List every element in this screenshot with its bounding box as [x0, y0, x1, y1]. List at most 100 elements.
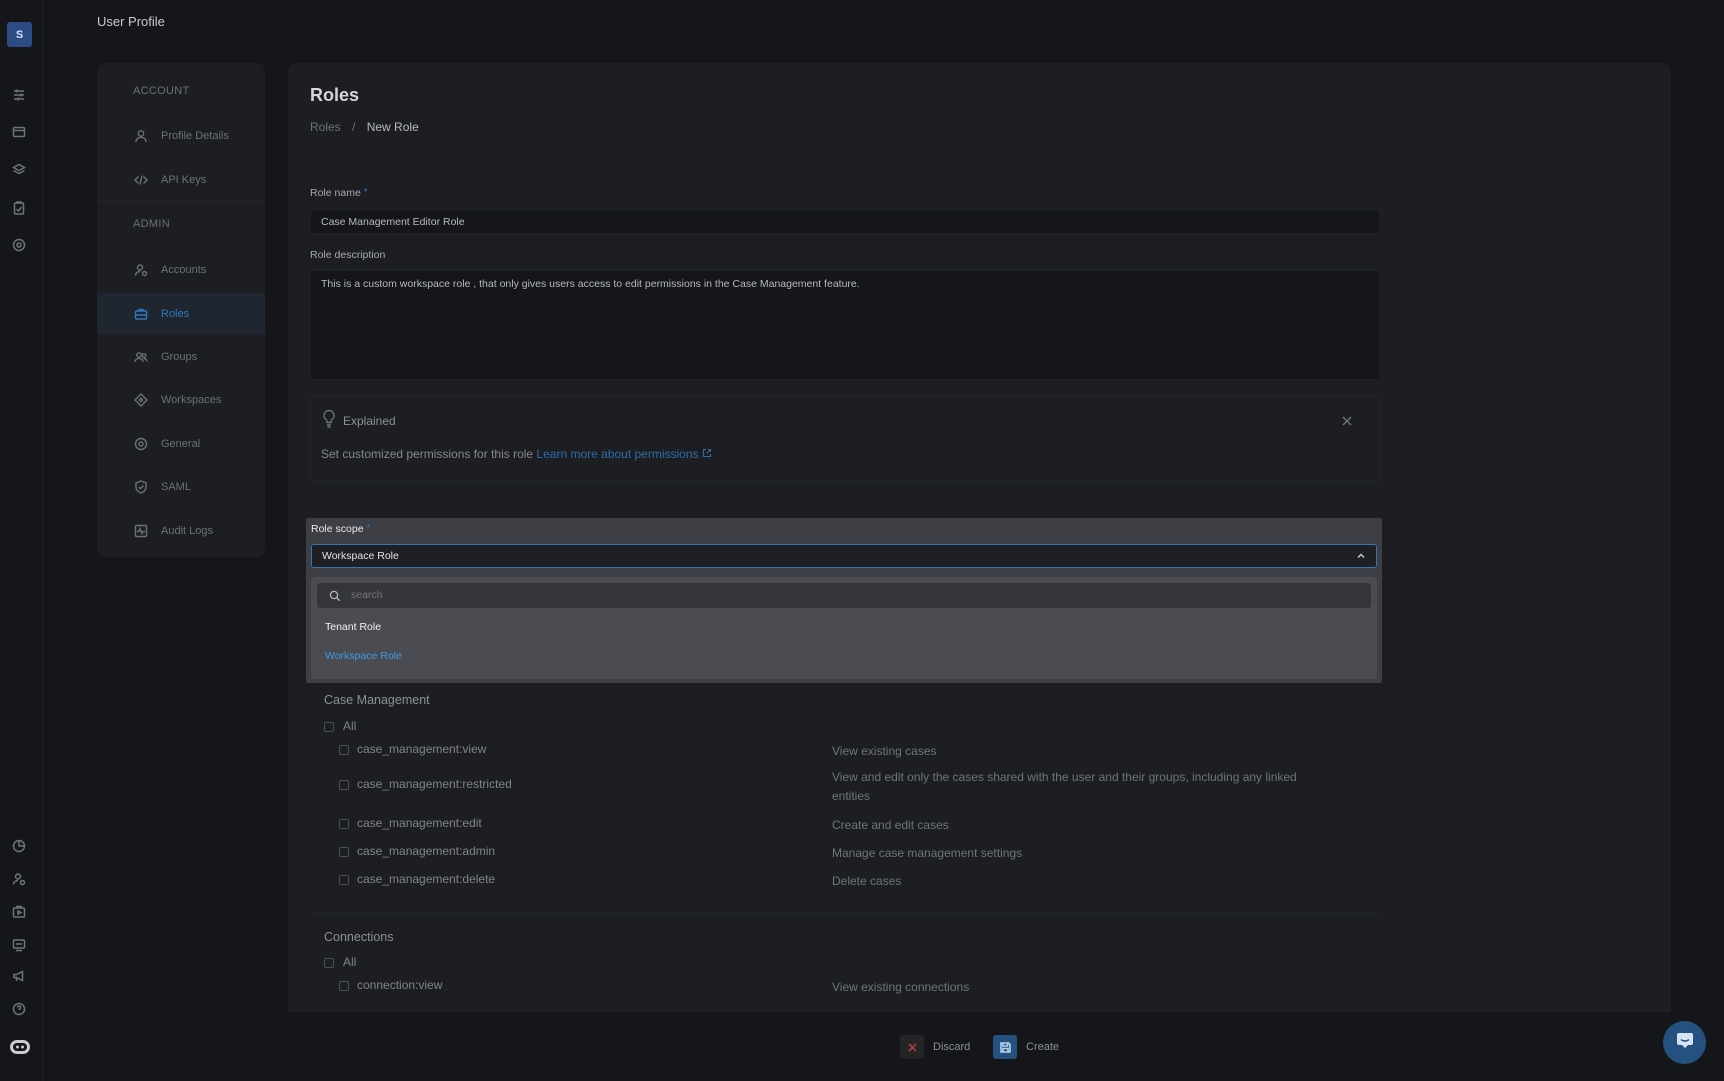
permission-divider [310, 913, 1380, 914]
option-tenant-role[interactable]: Tenant Role [325, 621, 381, 633]
permission-description: View existing connections [832, 980, 970, 994]
nav-item-roles[interactable]: Roles [97, 293, 265, 334]
select-all-checkbox[interactable] [324, 722, 334, 732]
breadcrumb-current: New Role [366, 120, 419, 134]
permission-checkbox[interactable] [339, 847, 349, 857]
discard-label: Discard [933, 1041, 971, 1053]
permission-checkbox[interactable] [339, 745, 349, 755]
gear-icon [133, 436, 149, 452]
explained-title: Explained [343, 414, 396, 428]
nav-item-label: General [161, 437, 201, 450]
nav-item-label: Roles [161, 307, 190, 320]
nav-item-api-keys[interactable]: API Keys [97, 159, 265, 200]
role-scope-select[interactable]: Workspace Role [311, 544, 1377, 568]
sliders-icon[interactable] [10, 86, 28, 104]
role-name-label: Role name * [310, 187, 368, 199]
breadcrumb-separator: / [352, 120, 356, 134]
nav-item-label: Profile Details [161, 129, 229, 142]
nav-item-general[interactable]: General [97, 423, 265, 464]
nav-heading-account: ACCOUNT [133, 85, 190, 97]
permission-name: case_management:admin [357, 844, 496, 858]
left-rail: S [0, 0, 43, 1081]
target-icon[interactable] [10, 236, 28, 254]
clipboard-icon[interactable] [10, 199, 28, 217]
settings-nav: ACCOUNT Profile Details API Keys ADMIN A… [97, 63, 265, 557]
page-title: User Profile [97, 14, 165, 29]
bot-icon[interactable] [7, 1036, 32, 1058]
permission-group-title: Case Management [324, 693, 430, 707]
layers-icon[interactable] [10, 161, 28, 179]
permission-name: connection:view [357, 978, 443, 992]
briefcase-icon [133, 306, 149, 322]
user-settings-icon[interactable] [10, 870, 28, 888]
save-icon [993, 1035, 1017, 1059]
lightbulb-icon [321, 409, 337, 429]
nav-item-groups[interactable]: Groups [97, 336, 265, 377]
explained-body: Set customized permissions for this role [321, 447, 534, 461]
shield-icon [133, 479, 149, 495]
option-workspace-role[interactable]: Workspace Role [325, 650, 402, 662]
permission-name: case_management:delete [357, 872, 496, 886]
permission-checkbox[interactable] [339, 875, 349, 885]
external-link-icon [702, 447, 712, 458]
media-icon[interactable] [10, 903, 28, 921]
required-marker: * [363, 187, 368, 198]
chat-support-button[interactable] [1663, 1021, 1706, 1064]
create-label: Create [1026, 1041, 1060, 1053]
nav-item-workspaces[interactable]: Workspaces [97, 379, 265, 420]
create-button[interactable]: Create [993, 1035, 1059, 1059]
breadcrumb: Roles / New Role [310, 120, 419, 134]
dropdown-search[interactable] [317, 583, 1371, 608]
nav-item-audit-logs[interactable]: Audit Logs [97, 510, 265, 551]
megaphone-icon[interactable] [10, 967, 28, 985]
role-scope-field: Role scope* Workspace Role Tenant Role W… [306, 518, 1382, 683]
chart-icon[interactable] [10, 837, 28, 855]
permission-checkbox[interactable] [339, 819, 349, 829]
users-icon [133, 349, 149, 365]
permission-description: View and edit only the cases shared with… [832, 770, 1297, 803]
role-name-input[interactable]: Case Management Editor Role [310, 209, 1380, 234]
permission-checkbox[interactable] [339, 981, 349, 991]
permission-checkbox[interactable] [339, 780, 349, 790]
role-name-label-text: Role name [310, 187, 361, 199]
permission-description: Delete cases [832, 874, 902, 888]
nav-item-label: SAML [161, 480, 191, 493]
nav-divider [97, 201, 265, 202]
close-icon[interactable] [1341, 414, 1353, 426]
device-icon[interactable] [10, 936, 28, 954]
permission-name: case_management:view [357, 742, 487, 756]
select-all-label: All [343, 719, 357, 733]
diamond-icon [133, 392, 149, 408]
role-description-textarea[interactable]: This is a custom workspace role , that o… [310, 270, 1380, 380]
nav-item-saml[interactable]: SAML [97, 466, 265, 507]
discard-button[interactable]: Discard [900, 1035, 970, 1059]
permission-description: View existing cases [832, 744, 937, 758]
close-icon [900, 1035, 924, 1059]
code-icon [133, 172, 149, 188]
workspace-logo[interactable]: S [7, 22, 32, 47]
nav-item-label: API Keys [161, 173, 207, 186]
explained-panel: Explained Set customized permissions for… [310, 395, 1380, 482]
chat-icon [1675, 1030, 1695, 1055]
action-bar: Discard Create [288, 1011, 1671, 1081]
help-icon[interactable] [10, 1000, 28, 1018]
activity-icon [133, 523, 149, 539]
learn-more-link[interactable]: Learn more about permissions [536, 447, 698, 461]
required-marker: * [366, 523, 371, 534]
nav-item-label: Accounts [161, 263, 207, 276]
dropdown-search-input[interactable] [351, 589, 1251, 601]
select-all-checkbox[interactable] [324, 958, 334, 968]
nav-item-accounts[interactable]: Accounts [97, 249, 265, 290]
user-icon [133, 128, 149, 144]
nav-item-label: Audit Logs [161, 524, 213, 537]
permission-description: Create and edit cases [832, 818, 949, 832]
nav-item-label: Workspaces [161, 393, 222, 406]
role-scope-label: Role scope * [311, 523, 370, 535]
search-icon [329, 589, 341, 602]
breadcrumb-parent[interactable]: Roles [310, 120, 341, 134]
select-all-label: All [343, 955, 357, 969]
window-icon[interactable] [10, 123, 28, 141]
role-scope-selected: Workspace Role [322, 550, 399, 562]
role-description-label: Role description [310, 249, 386, 261]
nav-item-profile-details[interactable]: Profile Details [97, 115, 265, 156]
